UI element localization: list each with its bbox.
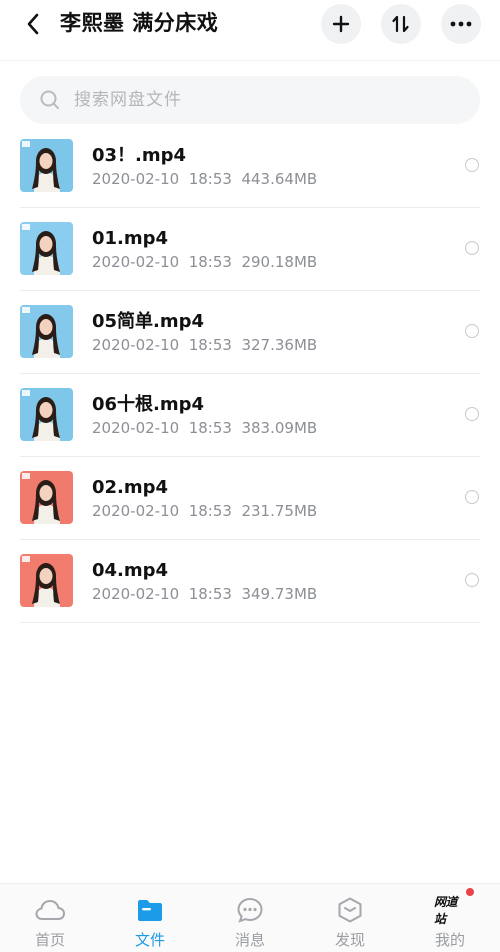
chevron-left-icon bbox=[27, 13, 39, 35]
file-meta: 2020-02-10 18:53 443.64MB bbox=[92, 170, 318, 188]
sort-arrows-icon bbox=[392, 15, 409, 33]
tab-discover[interactable]: 发现 bbox=[300, 884, 400, 952]
tab-profile[interactable]: 网道站 我的 bbox=[400, 884, 500, 952]
discover-box-icon bbox=[338, 897, 362, 923]
app-screen: 李熙墨 满分床戏 搜索网盘文件 03！.mp4 2020-02-10 18:53… bbox=[0, 0, 500, 952]
video-thumbnail bbox=[20, 471, 73, 524]
select-radio[interactable] bbox=[465, 324, 479, 338]
tab-label: 消息 bbox=[234, 931, 265, 949]
file-list: 03！.mp4 2020-02-10 18:53 443.64MB 01.mp4… bbox=[0, 125, 500, 623]
file-row[interactable]: 01.mp4 2020-02-10 18:53 290.18MB bbox=[0, 208, 500, 291]
header-divider bbox=[0, 60, 500, 61]
tab-label: 文件 bbox=[134, 931, 165, 949]
file-row[interactable]: 05简单.mp4 2020-02-10 18:53 327.36MB bbox=[0, 291, 500, 374]
cloud-icon bbox=[35, 899, 66, 920]
tab-label: 发现 bbox=[334, 931, 365, 949]
folder-icon bbox=[138, 900, 162, 921]
plus-icon bbox=[332, 15, 350, 33]
select-radio[interactable] bbox=[465, 490, 479, 504]
file-row[interactable]: 04.mp4 2020-02-10 18:53 349.73MB bbox=[0, 540, 500, 623]
file-row[interactable]: 02.mp4 2020-02-10 18:53 231.75MB bbox=[0, 457, 500, 540]
tab-label: 我的 bbox=[434, 931, 465, 949]
file-meta: 2020-02-10 18:53 231.75MB bbox=[92, 502, 318, 520]
file-meta: 2020-02-10 18:53 349.73MB bbox=[92, 585, 318, 603]
brand-logo-icon: 网道站 bbox=[434, 895, 466, 926]
header-bar: 李熙墨 满分床戏 bbox=[0, 0, 500, 62]
notification-dot bbox=[466, 888, 474, 896]
file-meta: 2020-02-10 18:53 327.36MB bbox=[92, 336, 318, 354]
page-title: 李熙墨 满分床戏 bbox=[60, 11, 219, 35]
file-name: 01.mp4 bbox=[92, 228, 169, 249]
more-options-button[interactable] bbox=[441, 4, 481, 44]
file-name: 03！.mp4 bbox=[92, 145, 187, 166]
select-radio[interactable] bbox=[465, 407, 479, 421]
more-dots-icon bbox=[450, 21, 472, 27]
brand-logo-text: 网道站 bbox=[434, 895, 458, 926]
file-row[interactable]: 06十根.mp4 2020-02-10 18:53 383.09MB bbox=[0, 374, 500, 457]
chat-bubble-icon bbox=[237, 897, 263, 923]
tab-messages[interactable]: 消息 bbox=[200, 884, 300, 952]
select-radio[interactable] bbox=[465, 573, 479, 587]
add-button[interactable] bbox=[321, 4, 361, 44]
back-button[interactable] bbox=[16, 6, 50, 42]
tab-home[interactable]: 首页 bbox=[0, 884, 100, 952]
select-radio[interactable] bbox=[465, 241, 479, 255]
sort-button[interactable] bbox=[381, 4, 421, 44]
bottom-tab-bar: 首页 文件 消息 发现 网道站 我的 bbox=[0, 883, 500, 952]
file-name: 05简单.mp4 bbox=[92, 311, 205, 332]
tab-label: 首页 bbox=[34, 931, 65, 949]
search-input[interactable]: 搜索网盘文件 bbox=[20, 76, 480, 124]
video-thumbnail bbox=[20, 222, 73, 275]
file-name: 02.mp4 bbox=[92, 477, 169, 498]
file-name: 04.mp4 bbox=[92, 560, 169, 581]
file-meta: 2020-02-10 18:53 383.09MB bbox=[92, 419, 318, 437]
video-thumbnail bbox=[20, 388, 73, 441]
file-row[interactable]: 03！.mp4 2020-02-10 18:53 443.64MB bbox=[0, 125, 500, 208]
video-thumbnail bbox=[20, 554, 73, 607]
tab-files[interactable]: 文件 bbox=[100, 884, 200, 952]
file-name: 06十根.mp4 bbox=[92, 394, 205, 415]
video-thumbnail bbox=[20, 139, 73, 192]
file-meta: 2020-02-10 18:53 290.18MB bbox=[92, 253, 318, 271]
video-thumbnail bbox=[20, 305, 73, 358]
search-icon bbox=[40, 90, 59, 109]
select-radio[interactable] bbox=[465, 158, 479, 172]
search-placeholder: 搜索网盘文件 bbox=[74, 90, 182, 110]
